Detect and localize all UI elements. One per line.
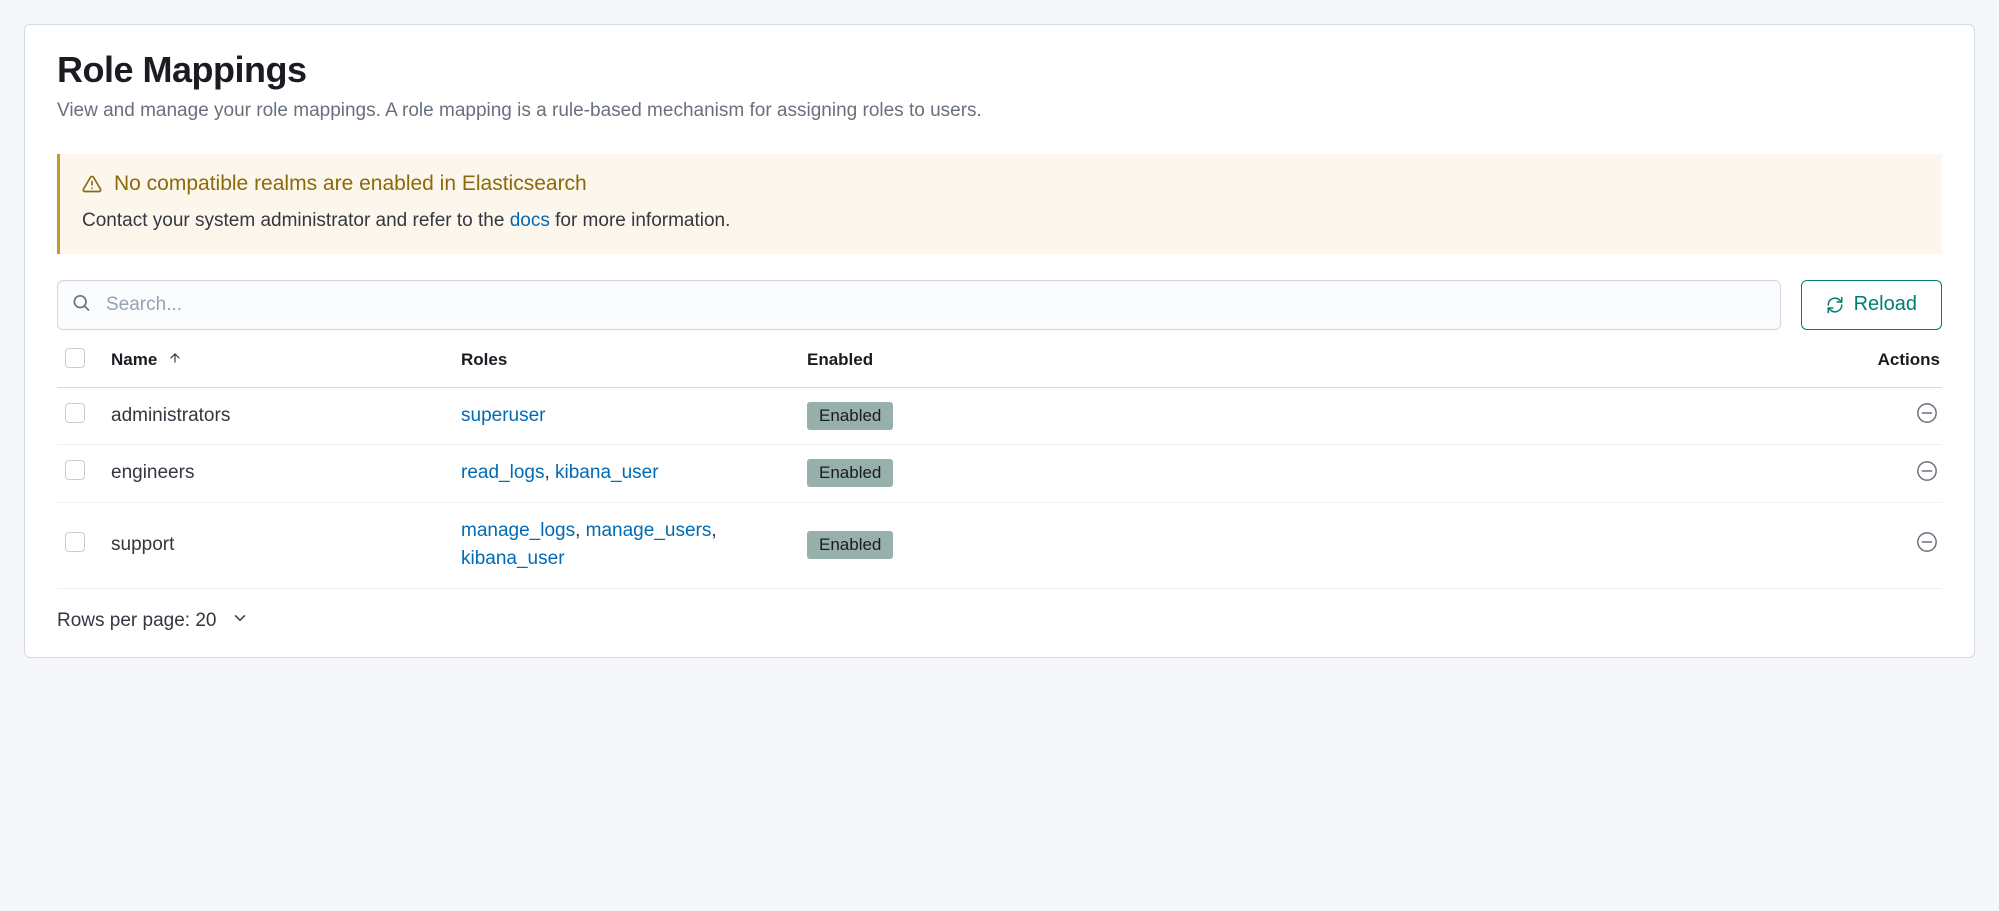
disable-icon [1916, 531, 1938, 556]
column-name-label: Name [111, 350, 157, 369]
warning-callout: No compatible realms are enabled in Elas… [57, 154, 1942, 254]
role-separator: , [544, 462, 555, 483]
table-row: supportmanage_logs, manage_users, kibana… [57, 502, 1942, 588]
role-mappings-panel: Role Mappings View and manage your role … [24, 24, 1975, 658]
row-checkbox[interactable] [65, 532, 85, 552]
mapping-name: support [103, 502, 453, 588]
role-separator: , [711, 520, 716, 541]
role-link[interactable]: kibana_user [461, 548, 565, 569]
search-wrapper [57, 280, 1781, 330]
roles-list: manage_logs, manage_users, kibana_user [461, 517, 781, 574]
disable-button[interactable] [1914, 459, 1940, 485]
select-all-checkbox[interactable] [65, 348, 85, 368]
role-link[interactable]: manage_users [586, 520, 712, 541]
search-icon [71, 292, 91, 317]
reload-icon [1826, 296, 1844, 314]
rows-per-page-label: Rows per page: 20 [57, 610, 217, 632]
table-row: engineers read_logs, kibana_user Enabled [57, 445, 1942, 503]
disable-button[interactable] [1914, 531, 1940, 557]
page-title: Role Mappings [57, 49, 1942, 91]
role-separator: , [575, 520, 586, 541]
chevron-down-icon [231, 609, 249, 633]
disable-icon [1916, 460, 1938, 485]
warning-icon [82, 174, 102, 194]
column-header-actions: Actions [1469, 348, 1942, 388]
search-input[interactable] [57, 280, 1781, 330]
role-link[interactable]: manage_logs [461, 520, 575, 541]
rows-per-page-selector[interactable]: Rows per page: 20 [57, 609, 1942, 633]
mapping-name: administrators [103, 387, 453, 445]
roles-list: read_logs, kibana_user [461, 459, 781, 488]
table-row: administrators superuser Enabled [57, 387, 1942, 445]
column-header-name[interactable]: Name [103, 348, 453, 388]
disable-icon [1916, 402, 1938, 427]
row-checkbox[interactable] [65, 403, 85, 423]
enabled-badge: Enabled [807, 459, 893, 487]
row-checkbox[interactable] [65, 460, 85, 480]
reload-label: Reload [1854, 293, 1917, 316]
callout-body-pre: Contact your system administrator and re… [82, 210, 510, 231]
role-link[interactable]: superuser [461, 405, 546, 426]
enabled-badge: Enabled [807, 402, 893, 430]
role-link[interactable]: read_logs [461, 462, 544, 483]
mapping-name: engineers [103, 445, 453, 503]
disable-button[interactable] [1914, 402, 1940, 428]
docs-link[interactable]: docs [510, 210, 550, 231]
role-link[interactable]: kibana_user [555, 462, 659, 483]
callout-body: Contact your system administrator and re… [82, 210, 1920, 232]
page-subtitle: View and manage your role mappings. A ro… [57, 97, 1942, 126]
reload-button[interactable]: Reload [1801, 280, 1942, 330]
enabled-badge: Enabled [807, 531, 893, 559]
column-header-enabled[interactable]: Enabled [799, 348, 1469, 388]
callout-title: No compatible realms are enabled in Elas… [114, 172, 587, 196]
callout-body-post: for more information. [550, 210, 731, 231]
column-header-roles[interactable]: Roles [453, 348, 799, 388]
sort-ascending-icon [168, 350, 182, 369]
role-mappings-table: Name Roles Enabled Actions administrator… [57, 348, 1942, 589]
roles-list: superuser [461, 402, 781, 431]
